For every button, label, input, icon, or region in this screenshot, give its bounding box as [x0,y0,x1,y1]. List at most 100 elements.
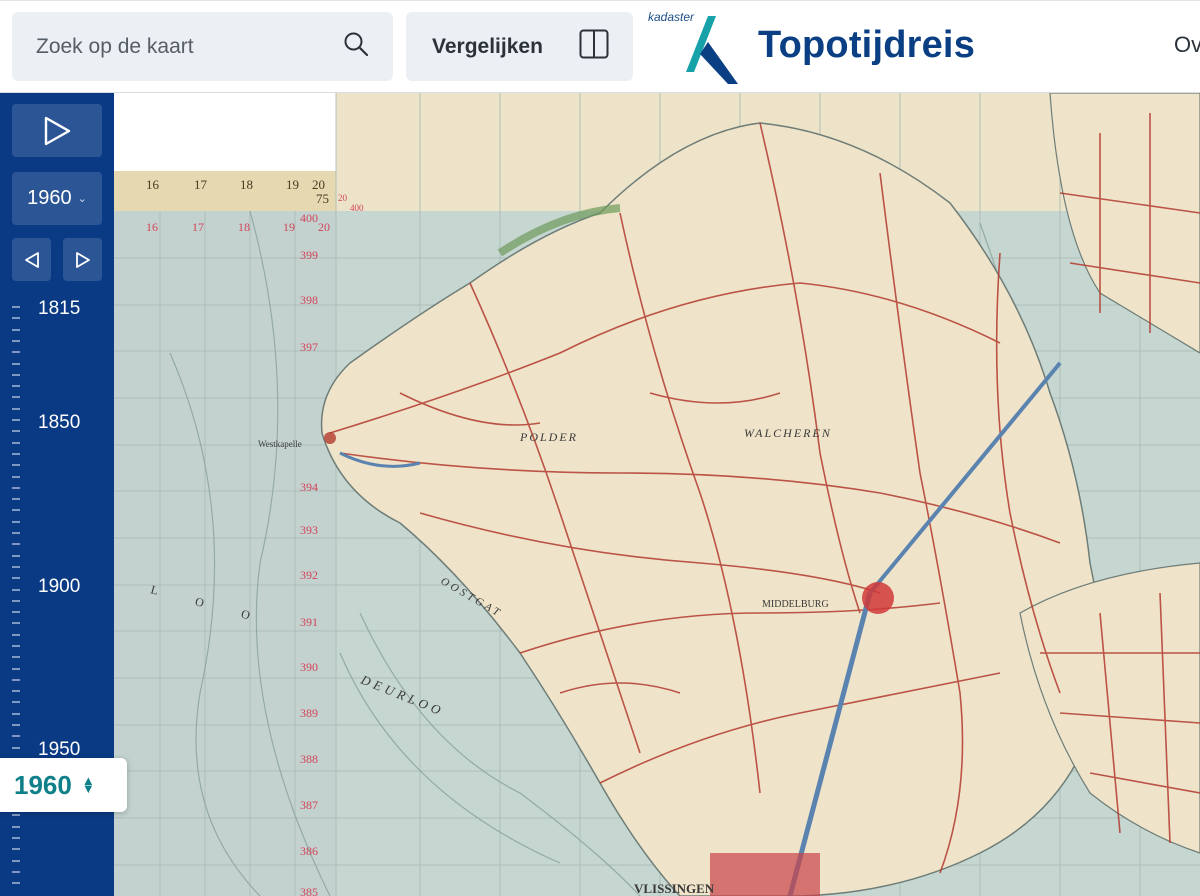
sheet-corner-label: 400 [350,203,364,213]
timeline-tick [12,837,20,839]
timeline-tick [12,826,20,828]
grid-label: 390 [300,660,318,674]
timeline-tick [12,408,20,410]
timeline-tick [12,735,20,737]
timeline-sidebar: 1960 ⌄ 1815 1850 1900 1950 1960 ▲ ▼ [0,93,127,896]
next-year-button[interactable] [63,238,102,281]
prev-icon [24,251,39,268]
current-year-value: 1960 [14,769,72,800]
header-topline [0,0,1200,4]
ruler-label: 17 [194,177,208,192]
place-name: Westkapelle [258,439,302,449]
compare-label: Vergelijken [432,34,543,58]
place-name: VLISSINGEN [634,881,715,896]
grid-label: 392 [300,568,318,582]
ruler-label: 18 [240,177,253,192]
timeline-tick [12,340,20,342]
timeline-tick [12,611,20,613]
timeline-tick [12,509,20,511]
timeline-tick [12,701,20,703]
year-select-value: 1960 [27,187,72,209]
grid-label: 386 [300,844,318,858]
timeline-tick [12,476,20,478]
header: Vergelijken kadaster Topotijdreis Ov [0,0,1200,93]
timeline-tick [12,814,20,816]
timeline-tick [12,690,20,692]
grid-label: 398 [300,293,318,307]
ruler-label: 20 [312,177,325,192]
timeline-tick [12,668,20,670]
kadaster-logo [686,16,738,84]
timeline-tick [12,385,20,387]
timeline-tick [12,577,20,579]
grid-col-label: 18 [238,220,250,234]
timeline-tick [12,363,20,365]
timeline-tick [12,871,20,873]
split-view-icon [579,29,609,64]
timeline-tick [12,882,20,884]
timeline-tick [12,600,20,602]
play-button[interactable] [12,104,102,157]
search-icon[interactable] [343,31,369,62]
logo[interactable]: kadaster Topotijdreis [648,10,988,84]
grid-label: 397 [300,340,318,354]
place-name: WALCHEREN [744,426,832,440]
grid-label: 385 [300,885,318,896]
timeline-tick [12,860,20,862]
timeline-tick [12,430,20,432]
grid-col-label: 20 [318,220,330,234]
current-year-picker[interactable]: 1960 ▲ ▼ [0,758,127,812]
timeline-tick [12,848,20,850]
year-select[interactable]: 1960 ⌄ [12,172,102,225]
ruler-label: 16 [146,177,160,192]
grid-col-label: 16 [146,220,158,234]
grid-label: 399 [300,248,318,262]
timeline-tick [12,442,20,444]
logo-title: Topotijdreis [758,24,976,66]
timeline-tick [12,645,20,647]
timeline-tick [12,622,20,624]
map-canvas[interactable]: 400 399 398 397 394 393 392 391 390 389 … [0,93,1200,896]
timeline-tick [12,532,20,534]
chevron-down-icon: ⌄ [77,193,87,205]
timeline-tick [12,634,20,636]
grid-label: 389 [300,706,318,720]
grid-label: 388 [300,752,318,766]
next-icon [75,251,90,268]
timeline-year-label: 1815 [38,298,81,319]
search-box[interactable] [12,12,393,81]
timeline-tick [12,747,20,749]
timeline-tick [12,351,20,353]
timeline-tick [12,713,20,715]
play-icon [44,116,71,145]
nav-overview-link[interactable]: Ov [1174,32,1200,58]
place-name: POLDER [519,430,578,444]
timeline-tick [12,487,20,489]
timeline-tick [12,453,20,455]
timeline-tick [12,589,20,591]
timeline-tick [12,306,20,308]
search-input[interactable] [36,34,343,59]
timeline-tick [12,521,20,523]
grid-label: 394 [300,480,318,494]
grid-col-label: 19 [283,220,295,234]
timeline-tick [12,464,20,466]
grid-label: 387 [300,798,318,812]
timeline-tick [12,317,20,319]
timeline-tick [12,396,20,398]
grid-label: 391 [300,615,318,629]
place-name: MIDDELBURG [762,599,829,610]
sheet-corner-label: 20 [338,193,348,203]
previous-year-button[interactable] [12,238,51,281]
updown-icon: ▲ ▼ [81,773,95,796]
ruler-label: 75 [316,191,329,206]
timeline-tick [12,679,20,681]
timeline-tick [12,498,20,500]
timeline-tick [12,329,20,331]
timeline-year-label: 1900 [38,576,81,597]
timeline-tick [12,419,20,421]
timeline-tick [12,566,20,568]
compare-button[interactable]: Vergelijken [406,12,633,81]
grid-col-label: 17 [192,220,204,234]
timeline-tick [12,656,20,658]
